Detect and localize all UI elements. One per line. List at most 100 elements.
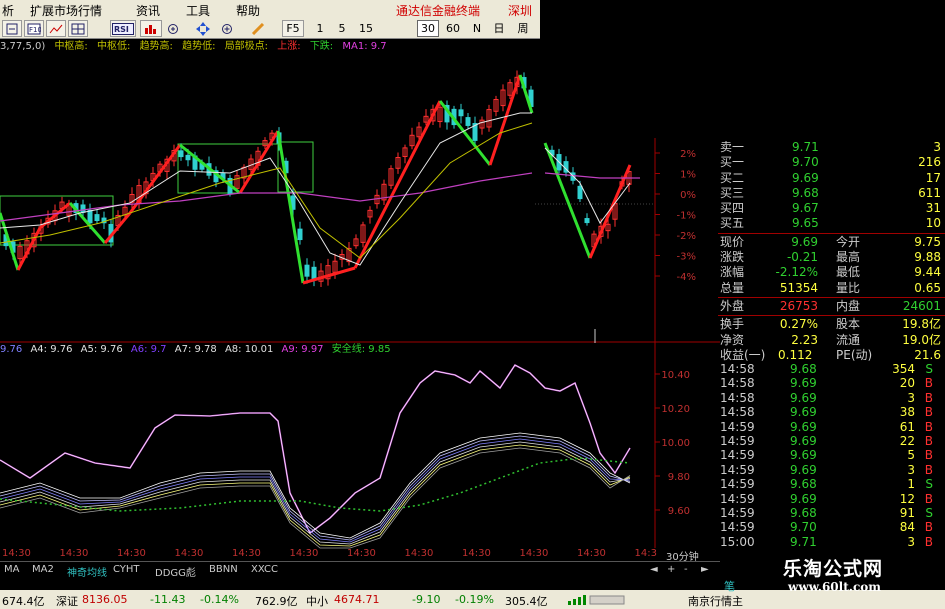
bar-chart-icon[interactable] [140, 20, 162, 37]
period-30min-button[interactable]: 30 [417, 20, 439, 37]
f10-icon[interactable]: F10 [24, 20, 44, 37]
order-volume: 10 [925, 216, 941, 231]
tick-time: 14:59 [720, 520, 755, 535]
period-day-button[interactable]: 日 [490, 20, 508, 37]
zx-value: 4674.71 [334, 593, 380, 606]
stat-label: 流通 [836, 332, 861, 347]
tick-row: 14:59 9.69 22 B [718, 434, 945, 448]
indicator-tab[interactable]: CYHT [113, 564, 140, 575]
tick-side: B [924, 462, 933, 477]
period-week-button[interactable]: 周 [514, 20, 532, 37]
period-n-button[interactable]: N [469, 20, 485, 37]
zoom-in-icon[interactable] [164, 20, 184, 37]
legend-a7: A7: 9.78 [174, 344, 217, 355]
zigzag-segment [276, 130, 305, 284]
legend-trend-low: 趋势低: [182, 41, 216, 52]
tick-side: S [925, 362, 933, 376]
tick-volume: 38 [899, 405, 915, 420]
sz-pct: -0.14% [200, 593, 239, 606]
order-volume: 216 [918, 155, 941, 170]
tick-price: 9.69 [790, 419, 817, 434]
order-price: 9.67 [792, 201, 819, 216]
stat-label: 总量 [720, 280, 745, 295]
svg-text:RSI: RSI [114, 25, 129, 34]
period-1min-button[interactable]: 1 [312, 20, 328, 37]
tick-time: 15:00 [720, 534, 755, 549]
tick-side: B [924, 376, 933, 391]
menu-item-news[interactable]: 资讯 [136, 2, 160, 19]
ma-series [0, 112, 640, 266]
zx-pct: -0.19% [455, 593, 494, 606]
tick-side: B [924, 491, 933, 506]
tick-side: S [925, 505, 933, 520]
price-axis-label: 9.80 [668, 472, 690, 483]
rsi-icon[interactable]: RSI [110, 20, 136, 37]
tick-list[interactable]: 14:58 9.68 354 S 14:58 9.69 20 B 14:58 9.69 3 B 14:5… [718, 362, 945, 563]
legend-up: 上涨: [277, 41, 301, 52]
order-price: 9.70 [792, 155, 819, 170]
menu-bar: 析 扩展市场行情 资讯 工具 帮助 通达信金融终端 深圳 [0, 0, 540, 18]
stats-row: 总量 51354 量比 0.65 [718, 281, 945, 296]
indicator-tab[interactable]: DDGG彪 [155, 564, 196, 579]
price-axis: 10.40 10.20 10.00 9.80 9.60 [655, 370, 690, 517]
tick-price: 9.70 [790, 520, 817, 535]
oscillator-series [0, 363, 631, 549]
price-axis-label: 10.40 [661, 370, 690, 381]
candle-body [584, 218, 590, 224]
tick-side: B [924, 520, 933, 535]
stat-label: 现价 [720, 234, 745, 249]
menu-item-tools[interactable]: 工具 [186, 2, 210, 19]
tick-time: 14:58 [720, 376, 755, 391]
legend-a4: A4: 9.76 [30, 344, 73, 355]
time-axis-label: 14:30 [347, 548, 376, 559]
time-axis-label: 14:30 [2, 548, 31, 559]
menu-item-help[interactable]: 帮助 [236, 2, 260, 19]
zoom-plus-icon[interactable]: + [667, 564, 675, 575]
draw-pen-icon[interactable] [248, 20, 268, 37]
tick-price: 9.69 [790, 462, 817, 477]
zoom-out-icon[interactable] [2, 20, 22, 37]
osc-bundle-line [0, 444, 631, 547]
tick-volume: 5 [907, 448, 915, 463]
indicator-tab[interactable]: BBNN [209, 564, 238, 575]
stat-value: 0.27% [779, 317, 818, 332]
scroll-left-icon[interactable]: ◄ [650, 564, 658, 575]
svg-text:F10: F10 [29, 26, 41, 34]
indicator-tab[interactable]: MA [4, 564, 19, 575]
order-volume: 3 [933, 140, 941, 154]
order-volume: 17 [925, 170, 941, 185]
stats-row: 收益(一) 0.112 PE(动) 21.6 [718, 348, 945, 363]
chart-icon[interactable] [46, 20, 66, 37]
grid-icon[interactable] [68, 20, 88, 37]
order-label: 买一 [720, 155, 745, 170]
period-5min-button[interactable]: 5 [334, 20, 350, 37]
zoom-in-plus-icon[interactable] [218, 20, 238, 37]
kline-chart[interactable]: 2% 1% 0% -1% -2% -3% -4% 10.40 10.20 10.00 9.80 9.… [0, 53, 720, 570]
candle-body [94, 214, 100, 222]
tick-time: 14:58 [720, 405, 755, 420]
stat-value: 19.8亿 [902, 317, 941, 332]
indicator-tab[interactable]: MA2 [32, 564, 54, 575]
zoom-minus-icon[interactable]: - [684, 564, 688, 575]
tick-volume: 22 [899, 433, 915, 448]
candle-body [87, 209, 93, 224]
order-buy-4: 买四 9.67 31 [718, 201, 945, 216]
indicator-tab[interactable]: 神奇均线 [67, 564, 107, 579]
menu-item-extended-market[interactable]: 扩展市场行情 [30, 2, 102, 19]
order-volume: 31 [925, 201, 941, 216]
menu-item-analysis[interactable]: 析 [2, 2, 14, 19]
move-icon[interactable] [192, 20, 214, 37]
pct-axis-label: -2% [677, 231, 696, 242]
period-15min-button[interactable]: 15 [356, 20, 376, 37]
tick-price: 9.68 [790, 362, 817, 376]
scroll-right-icon[interactable]: ► [701, 564, 709, 575]
tick-row: 14:58 9.69 3 B [718, 391, 945, 405]
time-axis-label: 14:30 [577, 548, 606, 559]
stats-row: 净资 2.23 流通 19.0亿 [718, 333, 945, 348]
indicator-tab[interactable]: XXCC [251, 564, 278, 575]
period-60min-button[interactable]: 60 [443, 20, 463, 37]
f5-button[interactable]: F5 [282, 20, 304, 37]
tick-price: 9.69 [790, 433, 817, 448]
sh-amount: 674.4亿 [2, 595, 45, 608]
watermark-url: www.60lt.com [788, 580, 881, 594]
